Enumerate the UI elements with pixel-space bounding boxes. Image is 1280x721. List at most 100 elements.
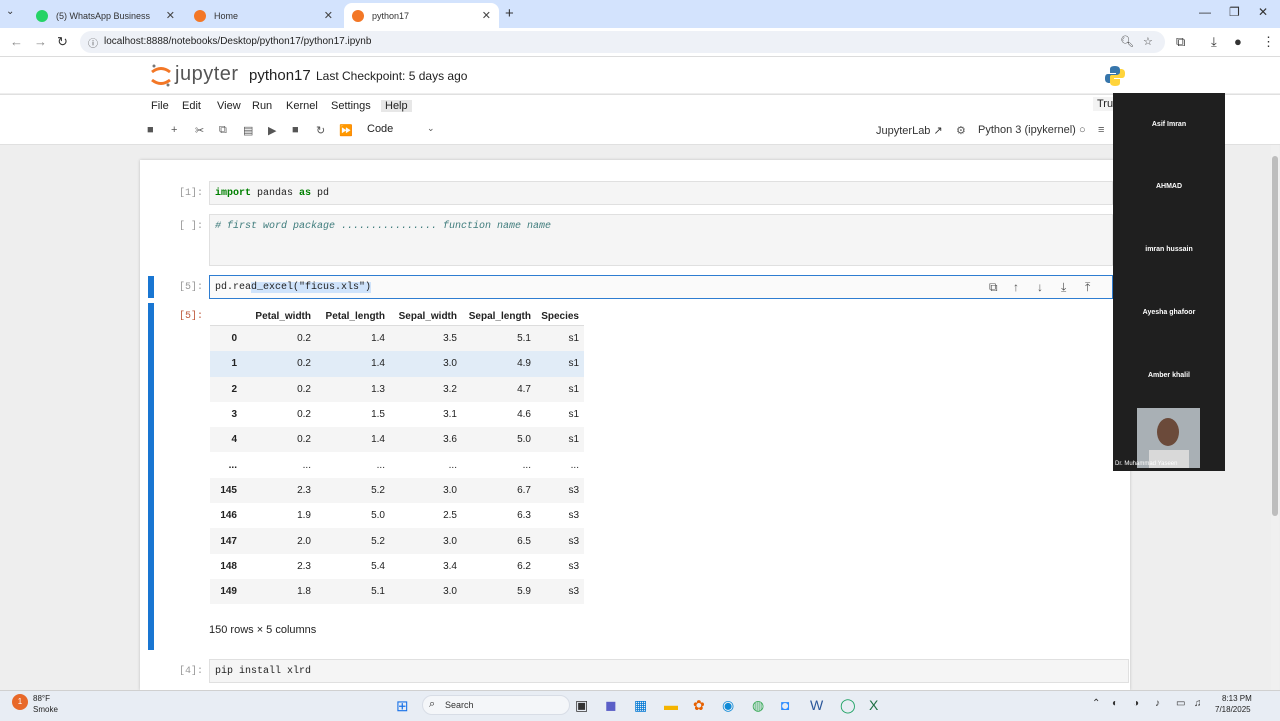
table-cell: 1.4 — [371, 434, 385, 446]
close-icon[interactable]: ✕ — [482, 9, 491, 22]
network-icon[interactable]: ▭ — [1176, 698, 1185, 709]
tab-python17[interactable]: python17 ✕ — [344, 3, 499, 28]
url-omnibox[interactable]: ⓘ localhost:8888/notebooks/Desktop/pytho… — [80, 31, 1165, 53]
restart-icon[interactable]: ↻ — [316, 124, 325, 137]
task-view-icon[interactable]: ▣ — [575, 697, 588, 714]
stop-icon[interactable]: ■ — [292, 124, 299, 136]
menu-view[interactable]: View — [213, 100, 245, 112]
tray-app-icon[interactable]: ◑ — [1133, 698, 1139, 709]
kernel-name[interactable]: Python 3 (ipykernel) — [978, 124, 1076, 136]
table-row: 149 1.8 5.1 3.0 5.9 s3 — [210, 578, 584, 605]
column-header: Sepal_width — [390, 307, 462, 326]
table-cell: 3.0 — [443, 535, 457, 547]
profile-avatar-icon[interactable]: ● — [1234, 34, 1242, 49]
menu-run[interactable]: Run — [248, 100, 276, 112]
forward-icon[interactable]: → — [34, 34, 47, 49]
tab-search-chevron-icon[interactable]: ⌄ — [6, 6, 14, 17]
table-cell: 3.6 — [443, 434, 457, 446]
participant-video — [1137, 408, 1200, 468]
close-icon[interactable]: ✕ — [166, 9, 175, 22]
code-cell-2[interactable]: # first word package ................ fu… — [209, 214, 1113, 266]
code-cell-4[interactable]: pip install xlrd — [209, 659, 1129, 683]
table-cell: 5.1 — [371, 586, 385, 598]
extensions-icon[interactable]: ⧉ — [1176, 34, 1185, 50]
minimize-icon[interactable]: — — [1199, 5, 1211, 19]
table-cell: 4.6 — [517, 409, 531, 421]
zoom-icon[interactable]: 🔍︎ — [1120, 35, 1134, 48]
file-explorer-icon[interactable]: ▬ — [664, 697, 678, 713]
download-icon[interactable]: ⤓ — [1211, 34, 1217, 50]
chevron-down-icon[interactable]: ⌄ — [427, 123, 435, 134]
scrollbar-thumb[interactable] — [1272, 156, 1278, 516]
code-cell-3[interactable]: pd.read_excel("ficus.xls") — [209, 275, 1113, 299]
paste-icon[interactable]: ▤ — [243, 124, 253, 137]
jupyterlab-label: JupyterLab — [876, 125, 931, 137]
cut-icon[interactable]: ✂ — [195, 124, 204, 137]
jupyter-wordmark[interactable]: jupyter — [175, 63, 239, 86]
back-icon[interactable]: ← — [10, 34, 23, 49]
menu-settings[interactable]: Settings — [327, 100, 375, 112]
cell-type-select[interactable]: Code — [367, 123, 393, 135]
jupyterlab-link[interactable]: JupyterLab ↗ — [876, 124, 943, 137]
weather-temp[interactable]: 88°F — [33, 694, 50, 703]
clock-date[interactable]: 7/18/2025 — [1215, 705, 1251, 714]
table-cell: 1.3 — [371, 383, 385, 395]
tab-whatsapp[interactable]: (5) WhatsApp Business ✕ — [28, 3, 183, 28]
notebook-title[interactable]: python17 — [249, 67, 311, 84]
copy-icon[interactable]: ⧉ — [219, 124, 227, 137]
url-text[interactable]: localhost:8888/notebooks/Desktop/python1… — [104, 36, 371, 47]
insert-above-icon[interactable]: ⤒ — [1085, 280, 1090, 295]
tab-home[interactable]: Home ✕ — [186, 3, 341, 28]
table-row: .................. — [210, 452, 584, 477]
table-row: 145 2.3 5.2 3.0 6.7 s3 — [210, 477, 584, 504]
app-icon[interactable]: ◯ — [840, 697, 856, 714]
code-cell-1[interactable]: import pandas as pd — [209, 181, 1113, 205]
microphone-icon[interactable]: ♪ — [1155, 698, 1160, 709]
duplicate-cell-icon[interactable]: ⧉ — [989, 280, 998, 295]
taskbar-search[interactable]: ⌕ Search — [422, 695, 570, 715]
menu-edit[interactable]: Edit — [178, 100, 205, 112]
tray-app-icon[interactable]: ◐ — [1112, 698, 1118, 709]
move-up-icon[interactable]: ↑ — [1013, 280, 1019, 294]
run-icon[interactable]: ▶ — [268, 124, 276, 137]
tray-chevron-up-icon[interactable]: ⌃ — [1092, 698, 1100, 709]
restart-run-all-icon[interactable]: ⏩ — [339, 124, 353, 137]
save-icon[interactable]: ■ — [147, 124, 154, 136]
table-cell: 5.2 — [371, 484, 385, 496]
insert-cell-plus-icon[interactable]: + — [171, 124, 177, 136]
menu-help[interactable]: Help — [381, 100, 412, 112]
table-cell: 3.1 — [443, 409, 457, 421]
output-collapser[interactable] — [148, 303, 154, 650]
zoom-app-icon[interactable]: ◘ — [781, 697, 789, 713]
site-info-icon[interactable]: ⓘ — [88, 35, 98, 50]
reload-icon[interactable]: ↻ — [57, 34, 68, 50]
teams-icon[interactable]: ◼ — [605, 697, 617, 714]
column-header: Sepal_length — [462, 307, 536, 326]
maximize-icon[interactable]: ❐ — [1229, 5, 1240, 19]
new-tab-plus-icon[interactable]: + — [505, 5, 514, 22]
windows-start-icon[interactable]: ⊞ — [396, 697, 409, 715]
kernel-settings-gear-icon[interactable]: ⚙ — [956, 124, 966, 137]
menu-kernel[interactable]: Kernel — [282, 100, 322, 112]
hamburger-menu-icon[interactable]: ≡ — [1098, 124, 1104, 136]
browser-menu-icon[interactable]: ⋮ — [1262, 34, 1275, 50]
window-close-icon[interactable]: ✕ — [1258, 5, 1268, 19]
edge-icon[interactable]: ◉ — [722, 697, 734, 714]
app-icon[interactable]: ✿ — [693, 697, 705, 714]
jupyter-menu-bar: File Edit View Run Kernel Settings Help — [0, 94, 1280, 120]
close-icon[interactable]: ✕ — [324, 9, 333, 22]
move-down-icon[interactable]: ↓ — [1037, 280, 1043, 294]
excel-icon[interactable]: X — [869, 697, 878, 713]
bookmark-star-icon[interactable]: ☆ — [1143, 35, 1153, 48]
weather-icon[interactable]: 1 — [12, 694, 28, 710]
store-icon[interactable]: ▦ — [634, 697, 647, 714]
clock-time[interactable]: 8:13 PM — [1222, 694, 1252, 703]
word-icon[interactable]: W — [810, 697, 823, 713]
menu-file[interactable]: File — [147, 100, 173, 112]
input-collapser[interactable] — [148, 276, 154, 298]
insert-below-icon[interactable]: ⤓ — [1061, 280, 1066, 295]
weather-desc[interactable]: Smoke — [33, 705, 58, 714]
table-cell: s3 — [568, 510, 579, 522]
chrome-icon[interactable]: ◍ — [752, 697, 764, 714]
volume-icon[interactable]: ♫ — [1194, 698, 1202, 709]
